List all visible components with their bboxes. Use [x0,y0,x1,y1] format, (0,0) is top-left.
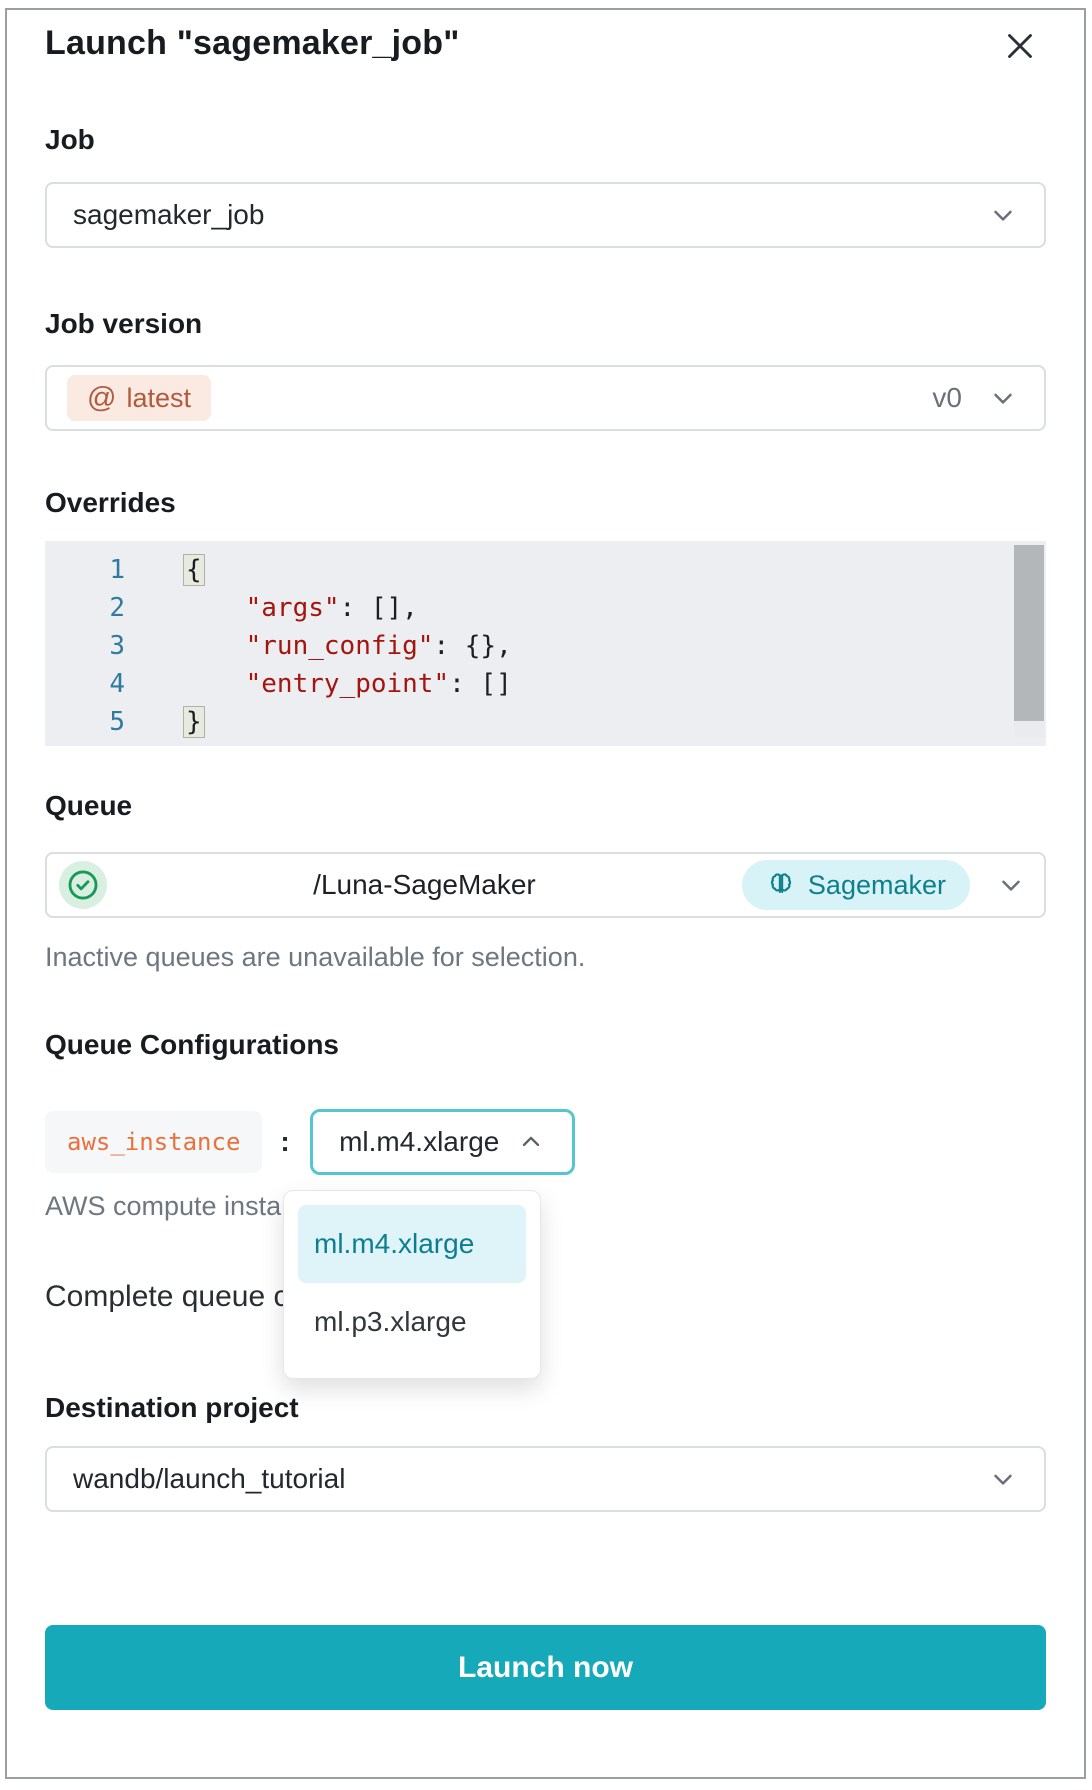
overrides-label: Overrides [45,487,1046,519]
at-icon: @ [87,382,116,415]
instance-helper-text: AWS compute instance [45,1191,1046,1222]
line-number: 3 [45,627,125,665]
editor-scrollbar[interactable] [1014,545,1044,737]
sagemaker-badge-label: Sagemaker [808,870,946,901]
scrollbar-thumb[interactable] [1014,545,1044,721]
job-version-select[interactable]: @ latest v0 [45,365,1046,431]
destination-project-label: Destination project [45,1392,1046,1424]
sagemaker-badge: Sagemaker [742,860,970,910]
complete-queue-config-text: Complete queue co [45,1280,1046,1314]
latest-version-badge: @ latest [67,375,211,421]
chevron-down-icon [988,383,1018,413]
queue-helper-text: Inactive queues are unavailable for sele… [45,942,1046,973]
chevron-down-icon [988,1464,1018,1494]
instance-option[interactable]: ml.m4.xlarge [298,1205,526,1283]
chevron-down-icon [996,870,1026,900]
line-number: 5 [45,703,125,741]
code-line: 4 "entry_point": [] [45,665,1046,703]
code-line: 3 "run_config": {}, [45,627,1046,665]
config-separator: : [280,1126,289,1158]
queue-configurations-label: Queue Configurations [45,1029,1046,1061]
destination-project-select[interactable]: wandb/launch_tutorial [45,1446,1046,1512]
close-icon [1002,28,1038,64]
job-select-value: sagemaker_job [73,199,988,231]
line-number: 1 [45,551,125,589]
line-number: 2 [45,589,125,627]
version-number: v0 [932,382,962,414]
code-text: } [125,703,205,741]
line-number: 4 [45,665,125,703]
instance-type-value: ml.m4.xlarge [339,1126,499,1158]
config-key-pill: aws_instance [45,1111,262,1173]
overrides-code-editor[interactable]: 1{2 "args": [],3 "run_config": {},4 "ent… [45,541,1046,746]
modal-title: Launch "sagemaker_job" [45,24,460,63]
queue-active-check-icon [59,861,107,909]
job-version-label: Job version [45,308,1046,340]
close-button[interactable] [1002,28,1038,64]
job-label: Job [45,124,1046,156]
instance-type-select[interactable]: ml.m4.xlarge [310,1109,575,1175]
queue-config-area: aws_instance : ml.m4.xlarge AWS compute … [45,1109,1046,1314]
queue-label: Queue [45,790,1046,822]
destination-project-value: wandb/launch_tutorial [73,1463,988,1495]
launch-modal: Launch "sagemaker_job" Job sagemaker_job… [5,8,1086,1779]
latest-badge-label: latest [126,383,191,414]
queue-select[interactable]: /Luna-SageMaker Sagemaker [45,852,1046,918]
sagemaker-brain-icon [766,870,796,900]
code-text: "entry_point": [] [125,665,512,703]
code-text: "args": [], [125,589,418,627]
instance-option[interactable]: ml.p3.xlarge [298,1283,526,1361]
code-line: 1{ [45,551,1046,589]
modal-header: Launch "sagemaker_job" [45,24,1046,64]
code-line: 5} [45,703,1046,741]
launch-now-button[interactable]: Launch now [45,1625,1046,1710]
code-text: { [125,551,205,589]
chevron-down-icon [988,200,1018,230]
job-select[interactable]: sagemaker_job [45,182,1046,248]
code-text: "run_config": {}, [125,627,512,665]
chevron-up-icon [517,1128,545,1156]
code-line: 2 "args": [], [45,589,1046,627]
queue-select-value: /Luna-SageMaker [107,869,742,901]
instance-options-dropdown: ml.m4.xlargeml.p3.xlarge [283,1190,541,1379]
